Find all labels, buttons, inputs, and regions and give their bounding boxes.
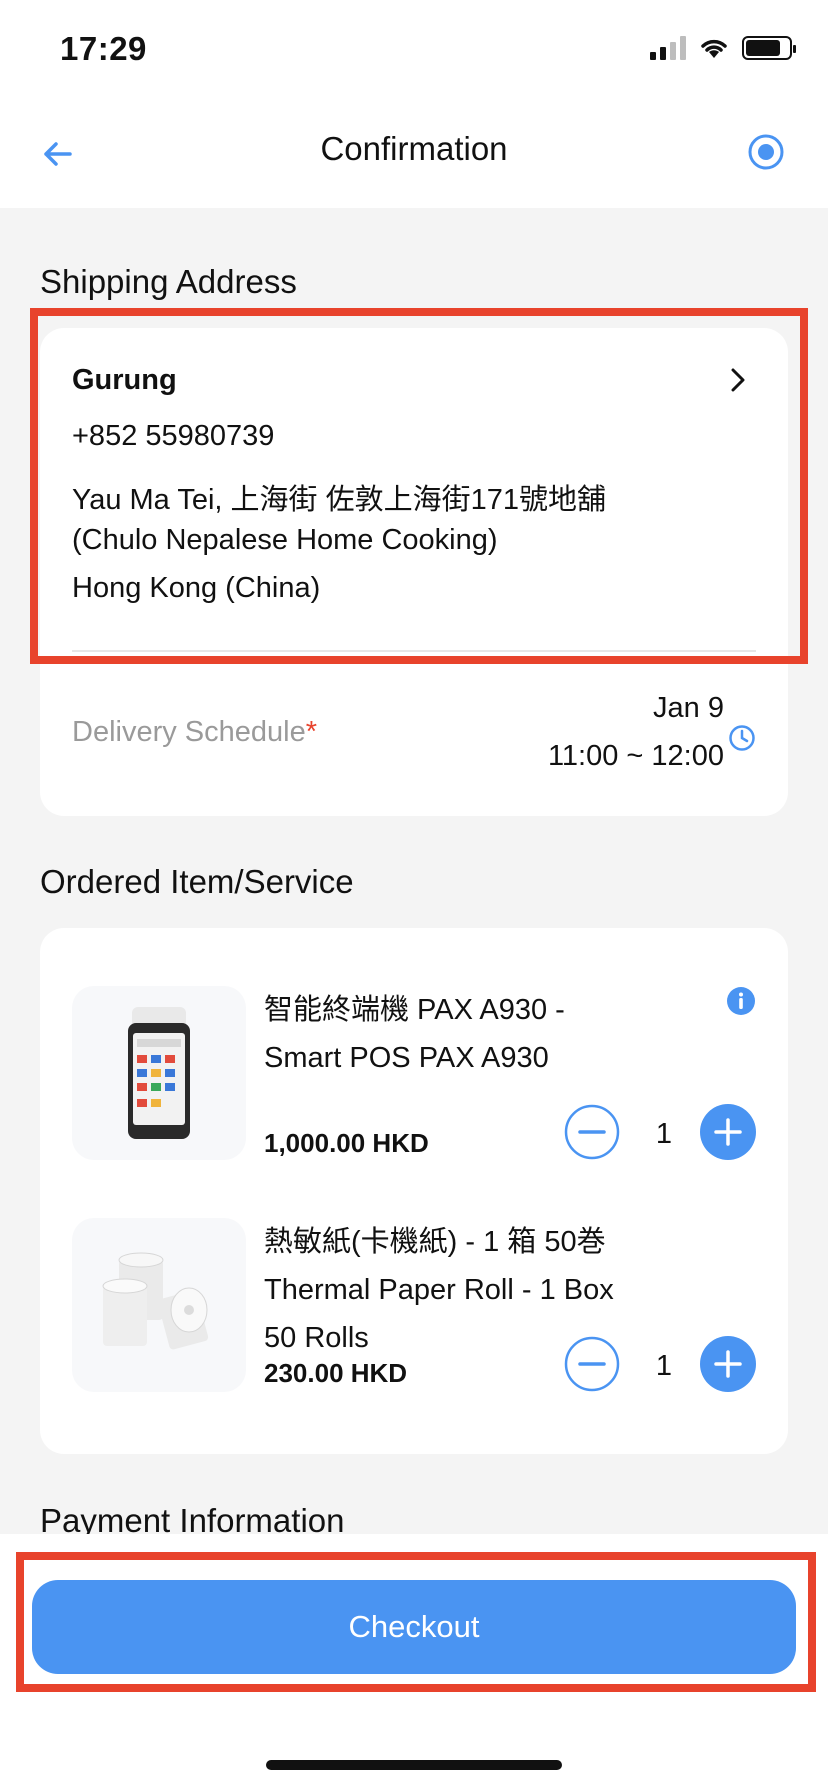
item-title: 熱敏紙(卡機紙) - 1 箱 50巻 Thermal Paper Roll - …: [264, 1218, 684, 1362]
nav-bar: Confirmation: [0, 100, 828, 208]
item-title: 智能終端機 PAX A930 - Smart POS PAX A930: [264, 986, 684, 1082]
product-image-pos-terminal: [72, 986, 246, 1160]
checkout-button[interactable]: Checkout: [32, 1580, 796, 1674]
battery-icon: [742, 36, 796, 60]
increase-quantity-button[interactable]: [700, 1104, 756, 1160]
delivery-date: Jan 9: [653, 692, 724, 724]
chevron-right-icon: [731, 368, 745, 392]
wifi-icon: [701, 39, 727, 58]
info-icon[interactable]: [726, 986, 756, 1016]
address-line-2: (Chulo Nepalese Home Cooking): [72, 524, 498, 556]
recipient-phone: +852 55980739: [72, 420, 275, 452]
product-image-thermal-paper: [72, 1218, 246, 1392]
address-line-1: Yau Ma Tei, 上海街 佐敦上海街171號地舖: [72, 484, 606, 516]
status-bar: 17:29: [0, 0, 828, 100]
pos-terminal-image: [128, 1007, 190, 1139]
delivery-time: 11:00 ~ 12:00: [547, 740, 724, 772]
increase-quantity-button[interactable]: [700, 1336, 756, 1392]
quantity-value: 1: [655, 1118, 673, 1150]
status-time: 17:29: [60, 30, 147, 67]
required-mark: *: [305, 716, 318, 748]
item-title-line: 50 Rolls: [264, 1322, 369, 1354]
delivery-schedule-label: Delivery Schedule*: [72, 716, 318, 748]
ordered-items-card: 智能終端機 PAX A930 - Smart POS PAX A930 1,00…: [40, 928, 788, 1454]
item-title-line: 熱敏紙(卡機紙) - 1 箱 50巻: [264, 1226, 606, 1258]
item-title-line: 智能終端機 PAX A930 -: [264, 994, 565, 1026]
shipping-card: Gurung +852 55980739 Yau Ma Tei, 上海街 佐敦上…: [40, 328, 788, 816]
status-icons: [650, 36, 796, 60]
page-title: Confirmation: [320, 130, 508, 167]
recipient-name: Gurung: [72, 364, 177, 396]
address-line-3: Hong Kong (China): [72, 572, 321, 604]
item-price: 1,000.00 HKD: [264, 1128, 429, 1158]
decrease-quantity-button[interactable]: [564, 1336, 620, 1392]
item-title-line: Smart POS PAX A930: [264, 1042, 549, 1074]
clock-icon: [729, 725, 755, 751]
ordered-section-title: Ordered Item/Service: [40, 863, 354, 900]
quantity-value: 1: [655, 1350, 673, 1382]
divider: [72, 650, 756, 652]
thermal-paper-rolls-image: [102, 1252, 209, 1350]
item-title-line: Thermal Paper Roll - 1 Box: [264, 1274, 614, 1306]
cellular-signal-icon: [650, 36, 686, 60]
address-row[interactable]: Gurung +852 55980739 Yau Ma Tei, 上海街 佐敦上…: [40, 328, 788, 648]
decrease-quantity-button[interactable]: [564, 1104, 620, 1160]
delivery-schedule-row[interactable]: Delivery Schedule* Jan 9 11:00 ~ 12:00: [40, 654, 788, 816]
home-indicator: [266, 1760, 562, 1770]
record-icon[interactable]: [746, 132, 786, 172]
item-price: 230.00 HKD: [264, 1358, 408, 1388]
shipping-section-title: Shipping Address: [40, 263, 297, 300]
